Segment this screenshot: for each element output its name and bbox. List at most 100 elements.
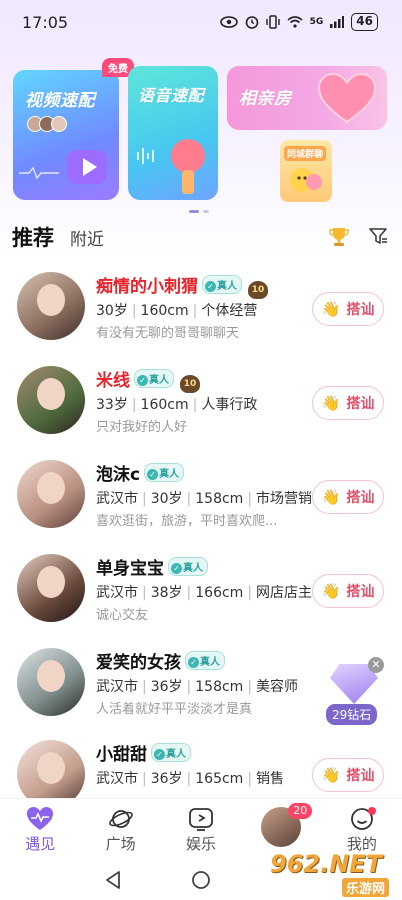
greet-button[interactable]: 👋 搭讪 bbox=[312, 292, 384, 326]
watermark-text: 962.NET bbox=[270, 850, 383, 878]
user-bio: 诚心交友 bbox=[96, 608, 149, 623]
user-info: 30岁 | 160cm | 个体经营 bbox=[96, 303, 258, 319]
nav-square[interactable]: 广场 bbox=[80, 799, 160, 860]
user-info: 武汉市 | 36岁 | 158cm | 美容师 bbox=[96, 679, 299, 695]
greet-button[interactable]: 👋 搭讪 bbox=[312, 758, 384, 792]
user-city: 武汉市 bbox=[96, 771, 138, 787]
user-info: 武汉市 | 36岁 | 165cm | 销售 bbox=[96, 771, 285, 787]
level-badge: 10 bbox=[248, 281, 268, 299]
heart-icon bbox=[317, 72, 377, 124]
user-bio: 喜欢逛街，旅游，平时喜欢爬... bbox=[96, 514, 278, 529]
network-type: 5G bbox=[309, 17, 324, 27]
user-name: 痴情的小刺猬 bbox=[96, 277, 198, 297]
user-name: 单身宝宝 bbox=[96, 559, 164, 579]
nav-entertainment-label: 娱乐 bbox=[186, 835, 217, 853]
check-icon: ✓ bbox=[137, 375, 148, 386]
voice-match-title: 语音速配 bbox=[138, 86, 205, 105]
avatar[interactable] bbox=[17, 554, 85, 622]
site-watermark: 962.NET 乐游网 bbox=[262, 848, 398, 897]
avatar[interactable] bbox=[17, 272, 85, 340]
chat-bubble-icon bbox=[290, 168, 322, 192]
user-name-row: 痴情的小刺猬 ✓ 真人 10 bbox=[96, 272, 268, 299]
waving-hand-icon: 👋 bbox=[321, 394, 341, 412]
user-name: 米线 bbox=[96, 371, 130, 391]
user-name-row: 爱笑的女孩 ✓ 真人 bbox=[96, 648, 225, 673]
user-info: 33岁 | 160cm | 人事行政 bbox=[96, 397, 258, 413]
signal-icon bbox=[330, 16, 345, 28]
user-age: 36岁 bbox=[150, 679, 183, 695]
video-match-banner[interactable]: 视频速配 bbox=[13, 70, 119, 200]
home-icon[interactable] bbox=[191, 870, 211, 890]
user-name-row: 泡沫c ✓ 真人 bbox=[96, 460, 185, 485]
nav-meet-label: 遇见 bbox=[25, 835, 56, 853]
greet-button[interactable]: 👋 搭讪 bbox=[312, 386, 384, 420]
user-card[interactable]: 单身宝宝 ✓ 真人 武汉市 | 38岁 | 166cm | 网店店主 诚心交友 👋 搭讪 bbox=[0, 552, 402, 644]
voice-match-banner[interactable]: 语音速配 bbox=[128, 66, 218, 200]
user-card[interactable]: 米线 ✓ 真人 10 33岁 | 160cm | 人事行政 只对我好的人好 👋 搭讪 bbox=[0, 364, 402, 456]
greet-label: 搭讪 bbox=[346, 396, 375, 412]
alarm-icon bbox=[245, 16, 258, 29]
back-icon[interactable] bbox=[104, 870, 122, 890]
nav-entertainment[interactable]: 娱乐 bbox=[161, 799, 241, 860]
user-card[interactable]: 痴情的小刺猬 ✓ 真人 10 30岁 | 160cm | 个体经营 有没有无聊的哥哥聊聊天 👋… bbox=[0, 270, 402, 362]
heartbeat-line-icon bbox=[19, 166, 59, 180]
nav-meet[interactable]: 遇见 bbox=[0, 799, 80, 860]
diamond-reward-label: 29钻石 bbox=[326, 704, 378, 725]
user-bio: 只对我好的人好 bbox=[96, 420, 188, 435]
status-icons: 5G 46 bbox=[219, 13, 378, 31]
soundwave-icon bbox=[137, 148, 154, 164]
avatar[interactable] bbox=[17, 648, 85, 716]
filter-icon[interactable] bbox=[368, 226, 388, 246]
nav-square-label: 广场 bbox=[105, 835, 136, 853]
check-icon: ✓ bbox=[188, 657, 199, 668]
check-icon: ✓ bbox=[171, 563, 182, 574]
avatar[interactable] bbox=[17, 460, 85, 528]
real-person-badge: ✓ 真人 bbox=[134, 369, 174, 388]
user-age: 30岁 bbox=[96, 303, 128, 319]
waving-hand-icon: 👋 bbox=[321, 488, 341, 506]
feed-tabs: 推荐 附近 bbox=[12, 222, 104, 252]
real-person-badge: ✓ 真人 bbox=[151, 743, 191, 762]
avatar-stack bbox=[27, 116, 67, 132]
notification-dot bbox=[367, 807, 376, 815]
real-person-badge: ✓ 真人 bbox=[202, 275, 242, 294]
greet-button[interactable]: 👋 搭讪 bbox=[312, 574, 384, 608]
greet-button[interactable]: 👋 搭讪 bbox=[312, 480, 384, 514]
watermark-subtext: 乐游网 bbox=[342, 878, 390, 897]
user-job: 美容师 bbox=[256, 679, 299, 695]
tab-nearby[interactable]: 附近 bbox=[70, 225, 104, 250]
user-info: 武汉市 | 38岁 | 166cm | 网店店主 bbox=[96, 585, 313, 601]
check-icon: ✓ bbox=[154, 749, 165, 760]
trophy-icon[interactable] bbox=[328, 226, 350, 248]
user-height: 166cm bbox=[195, 585, 244, 601]
heartbeat-heart-icon bbox=[27, 807, 54, 830]
vibrate-icon bbox=[265, 15, 280, 29]
tab-recommend[interactable]: 推荐 bbox=[12, 222, 54, 252]
microphone-icon bbox=[171, 139, 205, 194]
city-group-banner[interactable]: 同城群聊 bbox=[280, 140, 332, 202]
real-person-badge: ✓ 真人 bbox=[144, 463, 185, 482]
blind-date-banner[interactable]: 相亲房 bbox=[227, 66, 387, 130]
blind-date-title: 相亲房 bbox=[239, 89, 292, 109]
waving-hand-icon: 👋 bbox=[321, 766, 341, 784]
user-age: 30岁 bbox=[150, 491, 183, 507]
user-city: 武汉市 bbox=[96, 679, 138, 695]
close-icon[interactable]: ✕ bbox=[368, 657, 384, 673]
status-bar: 17:05 5G 46 bbox=[0, 0, 402, 44]
real-person-label: 真人 bbox=[183, 563, 203, 574]
avatar[interactable] bbox=[17, 366, 85, 434]
user-job: 个体经营 bbox=[201, 303, 258, 319]
user-name-row: 米线 ✓ 真人 10 bbox=[96, 366, 200, 393]
waving-hand-icon: 👋 bbox=[321, 582, 341, 600]
user-card[interactable]: 泡沫c ✓ 真人 武汉市 | 30岁 | 158cm | 市场营销 喜欢逛街，旅游，平时喜欢爬.… bbox=[0, 458, 402, 550]
real-person-label: 真人 bbox=[217, 281, 237, 292]
user-job: 人事行政 bbox=[201, 397, 258, 413]
user-job: 销售 bbox=[256, 771, 285, 787]
user-city: 武汉市 bbox=[96, 491, 138, 507]
eye-icon bbox=[219, 16, 238, 28]
user-name: 泡沫c bbox=[96, 465, 141, 485]
user-height: 158cm bbox=[195, 679, 244, 695]
carousel-indicator bbox=[189, 210, 209, 213]
greet-label: 搭讪 bbox=[346, 302, 375, 318]
feed-tools bbox=[328, 226, 388, 248]
